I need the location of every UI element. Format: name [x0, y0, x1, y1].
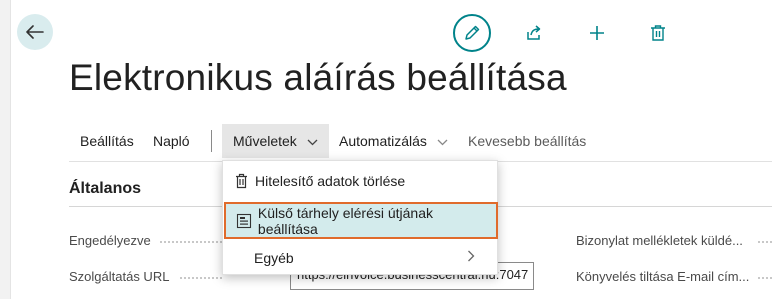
- menu-item-egyeb[interactable]: Egyéb: [223, 240, 497, 276]
- action-kevesebb-label: Kevesebb beállítás: [468, 133, 587, 149]
- action-muveletek[interactable]: Műveletek: [222, 124, 329, 158]
- edit-button[interactable]: [453, 14, 491, 52]
- action-kevesebb-beallitas[interactable]: Kevesebb beállítás: [457, 124, 597, 158]
- field-dots: [758, 241, 772, 244]
- menu-item-egyeb-label: Egyéb: [254, 250, 294, 266]
- share-button[interactable]: [515, 14, 553, 52]
- field-dots: [758, 277, 772, 280]
- arrow-left-icon: [26, 25, 44, 39]
- delete-button[interactable]: [639, 14, 677, 52]
- trash-icon: [235, 173, 247, 189]
- field-label-konyveles-tiltasa: Könyvelés tiltása E-mail cím...: [576, 269, 750, 284]
- action-bar-separator: [211, 130, 212, 152]
- muveletek-dropdown-menu: Hitelesítő adatok törlése Külső tárhely …: [222, 160, 498, 275]
- chevron-right-icon: [468, 250, 475, 262]
- storage-setup-icon: [236, 213, 252, 228]
- chevron-down-icon: [437, 139, 448, 146]
- field-label-bizonylat-mellekletek: Bizonylat mellékletek küldé...: [576, 233, 743, 248]
- edit-icon: [465, 25, 480, 40]
- action-muveletek-label: Műveletek: [233, 133, 297, 149]
- field-label-szolgaltatas-url: Szolgáltatás URL: [69, 269, 170, 284]
- back-button[interactable]: [17, 14, 53, 50]
- action-automatizalas[interactable]: Automatizálás: [328, 124, 459, 158]
- action-naplo-label: Napló: [153, 133, 190, 149]
- section-title: Általanos: [69, 180, 142, 197]
- field-dots: [160, 241, 222, 244]
- field-dots: [180, 277, 222, 280]
- menu-item-external-storage-path[interactable]: Külső tárhely elérési útjának beállítása: [224, 202, 498, 239]
- action-automatizalas-label: Automatizálás: [339, 133, 427, 149]
- action-bar: Beállítás Napló Műveletek Automatizálás …: [69, 124, 772, 158]
- action-naplo[interactable]: Napló: [142, 124, 201, 158]
- field-label-engedelyezve: Engedélyezve: [69, 233, 151, 248]
- share-icon: [527, 25, 541, 40]
- add-button[interactable]: [578, 14, 616, 52]
- menu-item-delete-credentials-label: Hitelesítő adatok törlése: [255, 173, 406, 189]
- action-beallitas-label: Beállítás: [80, 133, 134, 149]
- chevron-down-icon: [307, 139, 318, 146]
- menu-item-external-storage-label: Külső tárhely elérési útjának beállítása: [257, 204, 434, 237]
- left-edge-strip: [0, 0, 11, 299]
- page-title: Elektronikus aláírás beállítása: [69, 57, 567, 98]
- menu-item-delete-credentials[interactable]: Hitelesítő adatok törlése: [223, 163, 497, 199]
- add-icon: [590, 26, 604, 40]
- delete-icon: [651, 25, 665, 41]
- action-beallitas[interactable]: Beállítás: [69, 124, 145, 158]
